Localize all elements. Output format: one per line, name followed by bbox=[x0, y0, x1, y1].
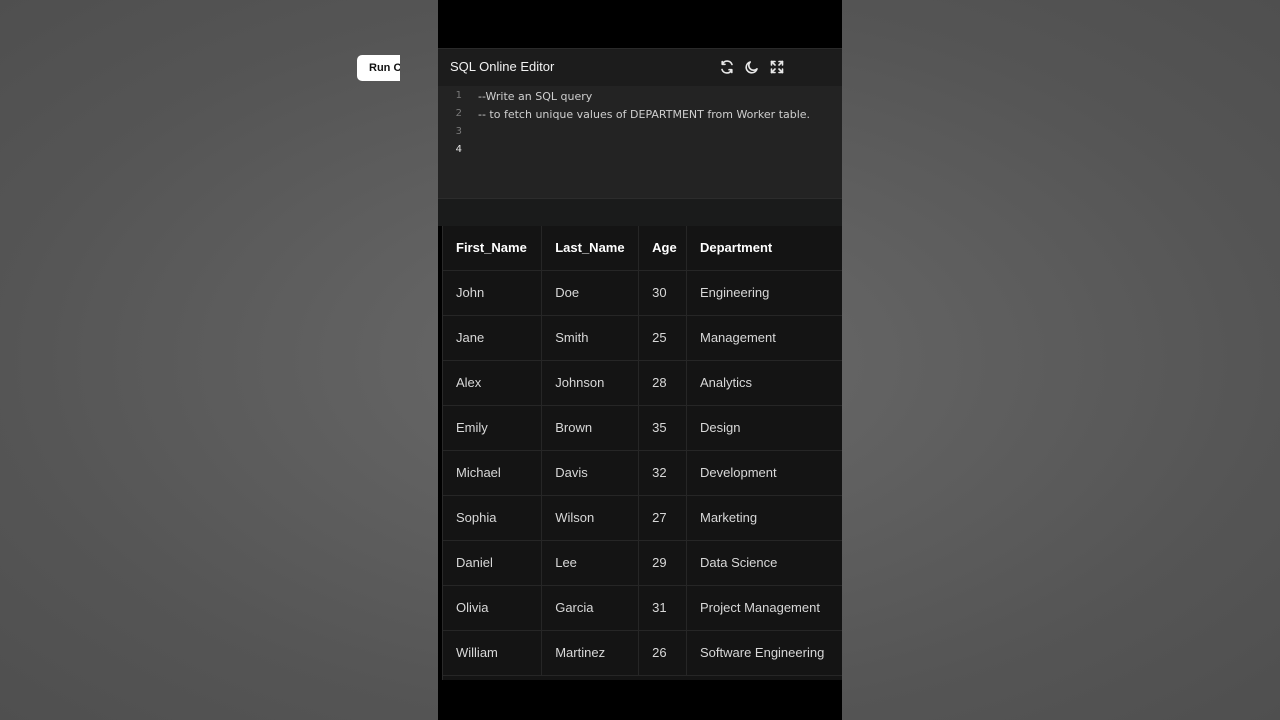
table-cell: 31 bbox=[638, 585, 687, 631]
table-cell: 30 bbox=[638, 270, 687, 316]
table-cell: Garcia bbox=[541, 585, 640, 631]
table-cell: Johnson bbox=[541, 360, 640, 406]
column-header: Department bbox=[686, 226, 842, 271]
editor-header: SQL Online Editor bbox=[438, 48, 842, 86]
table-cell: 27 bbox=[638, 495, 687, 541]
table-cell: Jane bbox=[443, 315, 543, 361]
table-cell: Brown bbox=[541, 405, 640, 451]
table-cell: Smith bbox=[541, 315, 640, 361]
line-number: 2 bbox=[455, 108, 462, 119]
table-row: Daniel Lee 29 Data Science bbox=[443, 540, 842, 586]
table-cell: Management bbox=[686, 315, 842, 361]
code-editor[interactable]: 1 --Write an SQL query 2 -- to fetch uni… bbox=[438, 86, 842, 198]
fullscreen-icon[interactable] bbox=[769, 59, 785, 75]
table-cell: 32 bbox=[638, 450, 687, 496]
table-cell: Michael bbox=[443, 450, 543, 496]
moon-icon[interactable] bbox=[744, 59, 760, 75]
line-text: --Write an SQL query bbox=[478, 90, 593, 103]
table-row: Alex Johnson 28 Analytics bbox=[443, 360, 842, 406]
bottom-bar bbox=[438, 680, 842, 720]
table-cell: Alex bbox=[443, 360, 543, 406]
table-row: John Doe 30 Engineering bbox=[443, 270, 842, 316]
table-cell: Wilson bbox=[541, 495, 640, 541]
table-cell: 29 bbox=[638, 540, 687, 586]
code-line-active: 4 bbox=[438, 142, 842, 160]
code-line: 1 --Write an SQL query bbox=[438, 88, 842, 106]
table-cell: William bbox=[443, 630, 543, 676]
table-cell: Development bbox=[686, 450, 842, 496]
table-row: Jane Smith 25 Management bbox=[443, 315, 842, 361]
column-header: Last_Name bbox=[541, 226, 640, 271]
column-header: First_Name bbox=[443, 226, 543, 271]
table-cell: 28 bbox=[638, 360, 687, 406]
table-cell: 26 bbox=[638, 630, 687, 676]
refresh-icon[interactable] bbox=[719, 59, 735, 75]
table-cell: Daniel bbox=[443, 540, 543, 586]
table-cell: Design bbox=[686, 405, 842, 451]
code-line: 3 bbox=[438, 124, 842, 142]
table-cell: Project Management bbox=[686, 585, 842, 631]
line-number: 3 bbox=[455, 126, 462, 137]
table-row: William Martinez 26 Software Engineering bbox=[443, 630, 842, 676]
table-cell: Sophia bbox=[443, 495, 543, 541]
table-cell: Olivia bbox=[443, 585, 543, 631]
editor-title: SQL Online Editor bbox=[450, 59, 555, 74]
table-cell: 35 bbox=[638, 405, 687, 451]
table-cell: Engineering bbox=[686, 270, 842, 316]
table-row: Olivia Garcia 31 Project Management bbox=[443, 585, 842, 631]
table-row: Emily Brown 35 Design bbox=[443, 405, 842, 451]
results-table-container: First_Name Last_Name Age Department John… bbox=[442, 226, 842, 680]
table-cell: Emily bbox=[443, 405, 543, 451]
table-cell: Doe bbox=[541, 270, 640, 316]
table-cell: Analytics bbox=[686, 360, 842, 406]
table-cell: Data Science bbox=[686, 540, 842, 586]
line-text: -- to fetch unique values of DEPARTMENT … bbox=[478, 108, 811, 121]
app-viewport: SQL Online Editor 1 --Write an SQL query… bbox=[438, 0, 842, 720]
table-cell: Lee bbox=[541, 540, 640, 586]
table-row: Sophia Wilson 27 Marketing bbox=[443, 495, 842, 541]
line-number: 1 bbox=[455, 90, 462, 101]
table-cell: Davis bbox=[541, 450, 640, 496]
table-cell: John bbox=[443, 270, 543, 316]
code-line: 2 -- to fetch unique values of DEPARTMEN… bbox=[438, 106, 842, 124]
table-cell: Martinez bbox=[541, 630, 640, 676]
column-header: Age bbox=[638, 226, 687, 271]
table-cell: 25 bbox=[638, 315, 687, 361]
results-table: First_Name Last_Name Age Department John… bbox=[443, 226, 842, 676]
table-row: Michael Davis 32 Development bbox=[443, 450, 842, 496]
table-cell: Software Engineering bbox=[686, 630, 842, 676]
line-number: 4 bbox=[455, 144, 462, 155]
table-header-row: First_Name Last_Name Age Department bbox=[443, 226, 842, 271]
results-divider bbox=[438, 198, 842, 226]
table-cell: Marketing bbox=[686, 495, 842, 541]
